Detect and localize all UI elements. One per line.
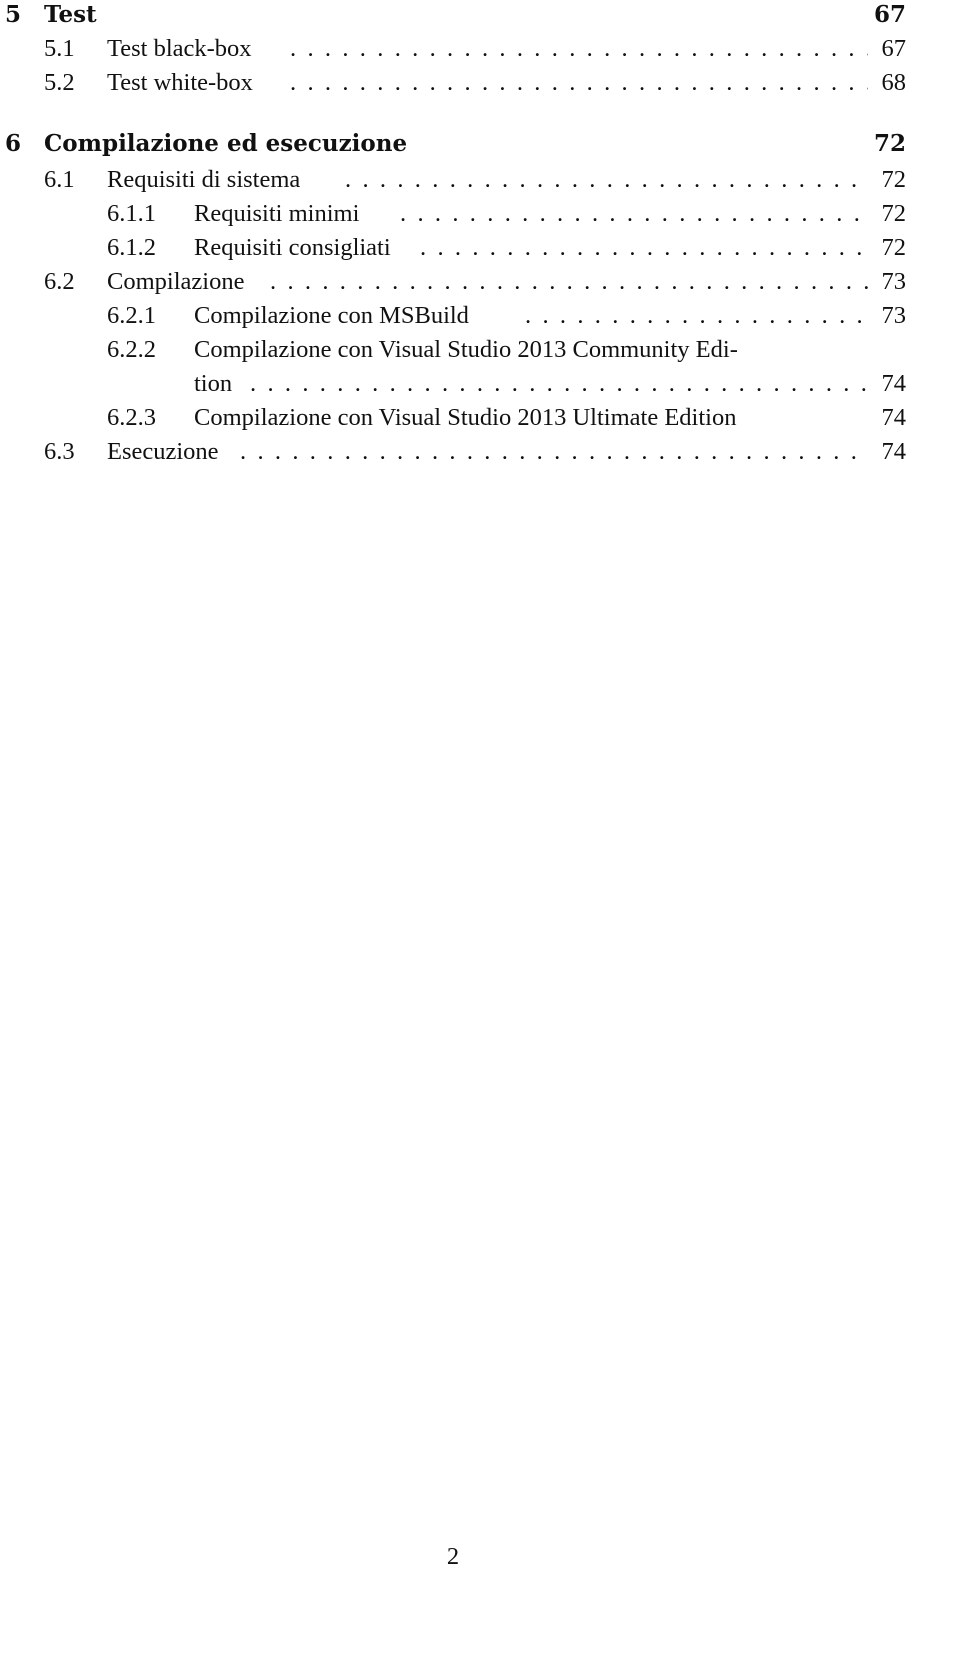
toc-number: 6.1.2	[107, 234, 156, 261]
toc-page: 74	[881, 438, 907, 465]
toc-leader-dots	[525, 301, 868, 331]
toc-number: 6	[5, 130, 22, 157]
toc-page: 74	[881, 404, 907, 431]
toc-title: tion	[194, 369, 239, 399]
toc-subsection-6-2-3[interactable]: 6.2.3 Compilazione con Visual Studio 201…	[0, 403, 906, 433]
toc-number: 6.2	[44, 268, 75, 295]
toc-number: 6.2.1	[107, 302, 156, 329]
toc-number: 6.3	[44, 438, 75, 465]
toc-title: Requisiti minimi	[194, 199, 366, 229]
toc-page: 72	[881, 166, 907, 193]
toc-section-5-2[interactable]: 5.2 Test white-box 68	[0, 68, 906, 98]
toc-title: Compilazione ed esecuzione	[44, 129, 414, 159]
toc-page: 73	[881, 302, 907, 329]
toc-number: 6.1	[44, 166, 75, 193]
toc-title: Compilazione con Visual Studio 2013 Ulti…	[194, 403, 743, 433]
toc-leader-dots	[420, 233, 868, 263]
toc-title: Requisiti consigliati	[194, 233, 397, 263]
toc-subsection-6-2-1[interactable]: 6.2.1 Compilazione con MSBuild 73	[0, 301, 906, 331]
toc-leader-dots	[345, 165, 868, 195]
toc-section-6-1[interactable]: 6.1 Requisiti di sistema 72	[0, 165, 906, 195]
toc-section-5-1[interactable]: 5.1 Test black-box 67	[0, 34, 906, 64]
toc-title: Requisiti di sistema	[107, 165, 307, 195]
toc-leader-dots	[290, 34, 868, 64]
toc-page: 74	[881, 370, 907, 397]
toc-subsection-6-1-2[interactable]: 6.1.2 Requisiti consigliati 72	[0, 233, 906, 263]
toc-subsection-6-1-1[interactable]: 6.1.1 Requisiti minimi 72	[0, 199, 906, 229]
toc-number: 6.1.1	[107, 200, 156, 227]
toc-page: 68	[881, 69, 907, 96]
toc-page: 72	[873, 130, 906, 157]
toc-page: 67	[873, 1, 906, 28]
toc-title: Esecuzione	[107, 437, 225, 467]
toc-page: 72	[881, 234, 907, 261]
toc-leader-dots	[250, 369, 868, 399]
toc-leader-dots	[290, 68, 868, 98]
toc-title: Test	[44, 0, 103, 30]
toc-number: 5.2	[44, 69, 75, 96]
toc-page: 73	[881, 268, 907, 295]
toc-number: 6.2.2	[107, 336, 156, 363]
toc-section-6-2[interactable]: 6.2 Compilazione 73	[0, 267, 906, 297]
toc-leader-dots	[240, 437, 868, 467]
toc-chapter-5[interactable]: 5 Test 67	[0, 0, 906, 30]
toc-section-6-3[interactable]: 6.3 Esecuzione 74	[0, 437, 906, 467]
toc-title: Compilazione con Visual Studio 2013 Comm…	[194, 335, 744, 365]
toc-chapter-6[interactable]: 6 Compilazione ed esecuzione 72	[0, 129, 906, 159]
toc-subsection-6-2-2-continued[interactable]: tion 74	[0, 369, 906, 399]
toc-title: Test white-box	[107, 68, 259, 98]
page-number: 2	[446, 1543, 460, 1570]
toc-leader-dots	[400, 199, 868, 229]
toc-title: Compilazione	[107, 267, 251, 297]
toc-number: 6.2.3	[107, 404, 156, 431]
toc-title: Test black-box	[107, 34, 258, 64]
toc-page: 67	[881, 35, 907, 62]
toc-subsection-6-2-2[interactable]: 6.2.2 Compilazione con Visual Studio 201…	[0, 335, 906, 365]
toc-title: Compilazione con MSBuild	[194, 301, 475, 331]
toc-number: 5.1	[44, 35, 75, 62]
toc-number: 5	[5, 1, 22, 28]
toc-page: 72	[881, 200, 907, 227]
toc-leader-dots	[270, 267, 868, 297]
